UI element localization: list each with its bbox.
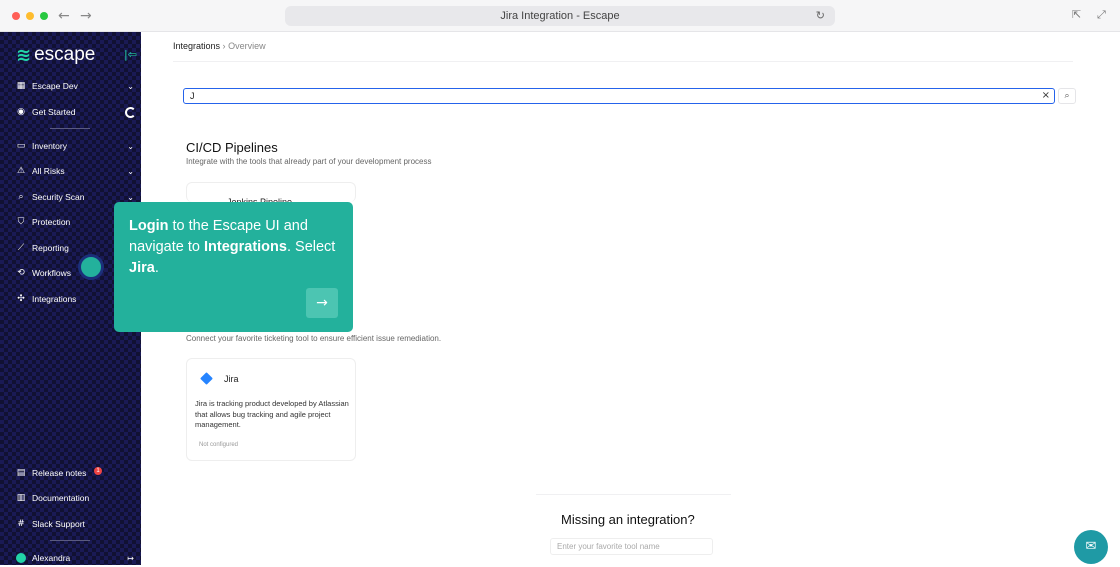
tour-hotspot[interactable] xyxy=(78,254,104,280)
sidebar-item-label: Escape Dev xyxy=(32,81,78,91)
sidebar-item-label: Documentation xyxy=(32,493,90,503)
sidebar-item-label: Inventory xyxy=(32,141,67,151)
tool-name-input[interactable]: Enter your favorite tool name xyxy=(550,538,713,555)
divider xyxy=(50,128,90,129)
sidebar-item-label: Protection xyxy=(32,217,71,227)
section-subtitle-cicd: Integrate with the tools that already pa… xyxy=(186,157,432,166)
forward-arrow-icon[interactable]: → xyxy=(80,8,92,24)
tooltip-text: . Select xyxy=(286,239,336,255)
rocket-icon: ◉ xyxy=(17,107,25,117)
book-icon: ▥ xyxy=(16,493,26,503)
chat-icon[interactable]: ✉ xyxy=(1074,530,1108,564)
logo-text: escape xyxy=(34,44,96,65)
chevron-down-icon: ⌄ xyxy=(127,141,134,151)
chevron-down-icon: ⌄ xyxy=(127,166,134,176)
page-title: Jira Integration - Escape xyxy=(500,10,620,22)
warning-icon: ⚠ xyxy=(16,166,26,176)
tooltip-text: . xyxy=(154,260,159,276)
collapse-sidebar-icon[interactable]: |⇦ xyxy=(124,48,137,61)
logo[interactable]: ≋ escape xyxy=(16,44,95,66)
sidebar-item-label: Release notes xyxy=(32,468,87,478)
news-icon: ▤ xyxy=(16,468,26,478)
maximize-window-button[interactable] xyxy=(40,12,48,20)
tooltip-bold: Jira xyxy=(129,260,155,276)
sidebar-item-get-started[interactable]: ◉ Get Started xyxy=(14,103,136,121)
sidebar-item-release-notes[interactable]: ▤ Release notes xyxy=(14,464,136,482)
window-controls xyxy=(12,12,48,20)
search-value: J xyxy=(190,91,195,101)
divider xyxy=(173,61,1073,62)
card-title: Jira xyxy=(224,374,239,384)
fullscreen-icon[interactable]: ⤢ xyxy=(1097,8,1106,22)
sidebar-item-label: Workflows xyxy=(32,268,72,278)
chart-icon: ⟋ xyxy=(17,243,25,253)
breadcrumb-separator: › xyxy=(222,41,226,51)
missing-integration-title: Missing an integration? xyxy=(561,512,695,527)
tooltip-bold: Integrations xyxy=(203,239,287,255)
sidebar-item-label: Reporting xyxy=(32,243,69,253)
notification-badge: 1 xyxy=(94,467,102,475)
share-icon[interactable]: ⇱ xyxy=(1072,8,1081,21)
chevron-down-icon: ⌄ xyxy=(127,192,134,202)
status-badge: Not configured xyxy=(199,442,239,448)
tooltip-bold: Login xyxy=(129,218,169,234)
avatar xyxy=(16,553,26,563)
sidebar-item-label: Get Started xyxy=(32,107,76,117)
sidebar-item-escape-dev[interactable]: ▦ Escape Dev ⌄ xyxy=(14,77,136,95)
tour-tooltip: Login to the Escape UI and navigate to I… xyxy=(114,202,353,332)
breadcrumb-integrations[interactable]: Integrations xyxy=(173,41,220,51)
breadcrumb-overview: Overview xyxy=(228,41,266,51)
section-subtitle-ticketing: Connect your favorite ticketing tool to … xyxy=(186,334,442,343)
building-icon: ▦ xyxy=(16,81,26,91)
next-arrow-button[interactable]: → xyxy=(306,288,338,318)
minimize-window-button[interactable] xyxy=(26,12,34,20)
sidebar-item-label: Security Scan xyxy=(32,192,85,202)
integration-card-jira[interactable]: Jira Jira is tracking product developed … xyxy=(186,358,356,461)
section-title-cicd: CI/CD Pipelines xyxy=(186,140,278,155)
window-icon: ▭ xyxy=(16,141,26,151)
address-bar[interactable]: Jira Integration - Escape ↻ xyxy=(285,6,835,26)
close-icon[interactable]: × xyxy=(1042,89,1050,103)
close-window-button[interactable] xyxy=(12,12,20,20)
sidebar-item-all-risks[interactable]: ⚠ All Risks ⌄ xyxy=(14,162,136,180)
reload-icon[interactable]: ↻ xyxy=(816,6,825,26)
integration-icon: ✣ xyxy=(17,294,25,304)
back-arrow-icon[interactable]: ← xyxy=(58,8,70,24)
card-description: Jira is tracking product developed by At… xyxy=(195,399,349,429)
sidebar-item-label: Slack Support xyxy=(32,519,85,529)
logout-icon[interactable]: ↦ xyxy=(127,554,134,563)
breadcrumb: Integrations › Overview xyxy=(173,41,266,51)
divider xyxy=(536,494,731,495)
sidebar-item-inventory[interactable]: ▭ Inventory ⌄ xyxy=(14,137,136,155)
integration-card-jenkins[interactable]: Jenkins Pipeline xyxy=(186,182,356,207)
divider xyxy=(50,540,90,541)
sidebar-item-label: All Risks xyxy=(32,166,65,176)
search-icon[interactable]: ⌕ xyxy=(1058,88,1076,104)
browser-toolbar: ← → Jira Integration - Escape ↻ ⇱ ⤢ xyxy=(0,0,1120,32)
shield-icon: ⛉ xyxy=(17,217,25,227)
user-menu[interactable]: Alexandra ↦ xyxy=(14,549,136,567)
jira-logo-icon xyxy=(200,372,213,385)
sidebar-item-documentation[interactable]: ▥ Documentation xyxy=(14,489,136,507)
chevron-down-icon: ⌄ xyxy=(127,81,134,91)
escape-logo-icon: ≋ xyxy=(16,44,32,66)
progress-ring xyxy=(125,106,136,118)
workflow-icon: ⟲ xyxy=(17,268,25,278)
search-icon: ⌕ xyxy=(18,192,24,202)
search-input[interactable]: J × xyxy=(183,88,1055,104)
sidebar-item-slack-support[interactable]: # Slack Support xyxy=(14,515,136,533)
slack-icon: # xyxy=(17,519,25,529)
user-name: Alexandra xyxy=(32,553,71,563)
sidebar-item-label: Integrations xyxy=(32,294,77,304)
